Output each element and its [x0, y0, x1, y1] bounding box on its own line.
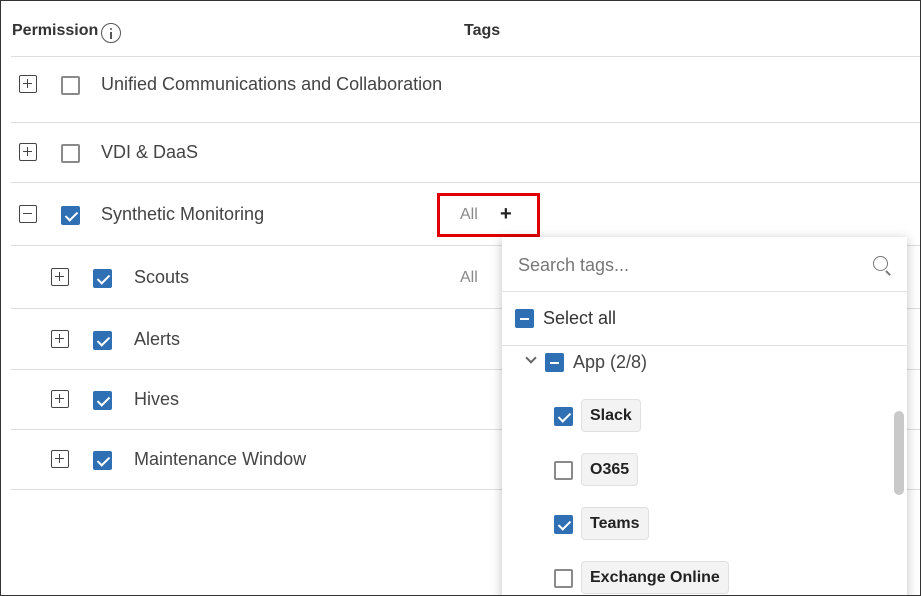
expand-icon[interactable] [19, 75, 37, 93]
expand-icon[interactable] [51, 330, 69, 348]
row-divider [11, 182, 920, 183]
tag-chip-teams[interactable]: Teams [581, 507, 649, 540]
dropdown-divider [502, 345, 907, 346]
tag-chip-exchange-online[interactable]: Exchange Online [581, 561, 729, 594]
dropdown-scrollbar[interactable] [894, 411, 904, 495]
permission-label-hives: Hives [134, 389, 180, 409]
tag-chip-o365[interactable]: O365 [581, 453, 639, 486]
collapse-icon[interactable] [19, 205, 37, 223]
search-tags-input[interactable] [518, 251, 858, 279]
select-all-label[interactable]: Select all [543, 308, 616, 329]
highlight-box [437, 193, 540, 237]
permission-checkbox[interactable] [93, 269, 112, 288]
tags-column-header: Tags [464, 22, 501, 39]
permission-checkbox[interactable] [61, 206, 80, 225]
tag-group-label: App (2/8) [573, 352, 648, 372]
permission-column-header: Permission [12, 22, 99, 39]
row-divider [11, 122, 920, 123]
permission-label-maintenance-window: Maintenance Window [134, 449, 307, 469]
permission-checkbox[interactable] [93, 331, 112, 350]
search-icon[interactable] [873, 256, 888, 271]
permission-label-unified-communications: Unified Communications and Collaboration [101, 74, 443, 94]
expand-icon[interactable] [51, 268, 69, 286]
tag-checkbox-exchange-online[interactable] [554, 569, 573, 588]
expand-icon[interactable] [19, 143, 37, 161]
permission-checkbox[interactable] [61, 76, 80, 95]
select-all-checkbox[interactable] [515, 309, 534, 328]
tag-checkbox-teams[interactable] [554, 515, 573, 534]
permission-label-scouts: Scouts [134, 267, 190, 287]
permission-label-synthetic-monitoring: Synthetic Monitoring [101, 204, 265, 224]
tag-checkbox-slack[interactable] [554, 407, 573, 426]
expand-icon[interactable] [51, 390, 69, 408]
group-checkbox[interactable] [545, 353, 564, 372]
tag-chip-slack[interactable]: Slack [581, 399, 641, 432]
expand-icon[interactable] [51, 450, 69, 468]
permission-checkbox[interactable] [93, 451, 112, 470]
tags-value[interactable]: All [460, 269, 478, 287]
permission-label-alerts: Alerts [134, 329, 181, 349]
permission-checkbox[interactable] [93, 391, 112, 410]
tag-dropdown: Select all App (2/8) Slack O365 Teams Ex… [502, 237, 907, 595]
permissions-panel: Permission Tags Unified Communications a… [0, 0, 921, 596]
dropdown-divider [502, 291, 907, 292]
permission-label-vdi-daas: VDI & DaaS [101, 142, 199, 162]
chevron-down-icon[interactable] [525, 352, 537, 364]
permission-checkbox[interactable] [61, 144, 80, 163]
info-icon[interactable] [101, 23, 121, 43]
tag-checkbox-o365[interactable] [554, 461, 573, 480]
header-divider [11, 56, 920, 57]
